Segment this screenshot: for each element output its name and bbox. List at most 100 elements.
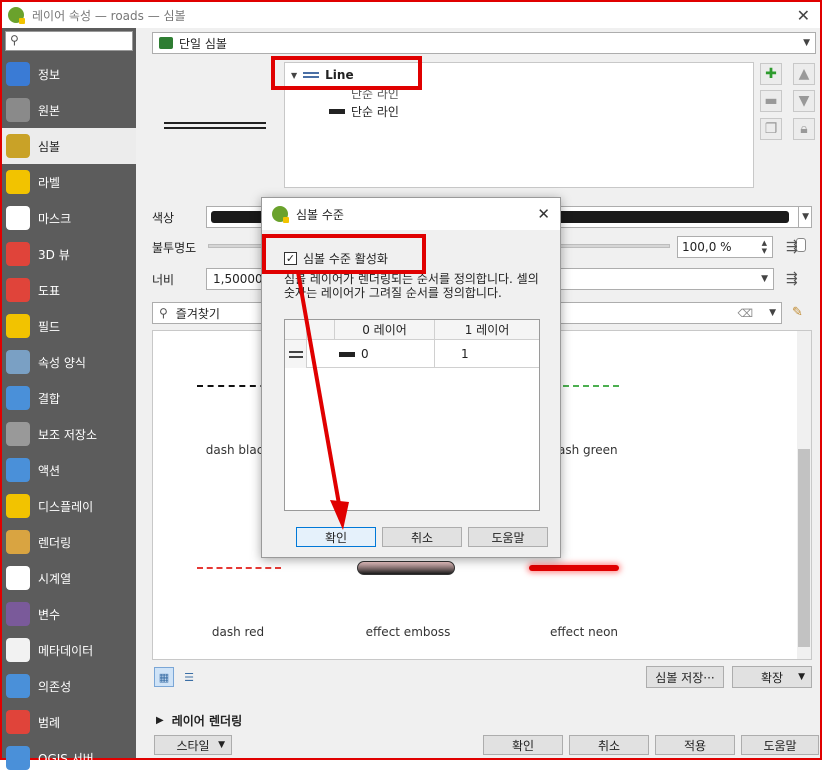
dialog-close-button[interactable]: ✕ bbox=[537, 205, 550, 223]
window-close-button[interactable]: ✕ bbox=[797, 6, 810, 25]
apply-button[interactable]: 적용 bbox=[655, 735, 735, 755]
sidebar-item-label: 라벨 bbox=[38, 175, 61, 190]
opacity-value: 100,0 % bbox=[682, 240, 732, 254]
ok-button[interactable]: 확인 bbox=[483, 735, 563, 755]
column-header-layer-1: 1 레이어 bbox=[435, 320, 539, 340]
swatch-effect-neon[interactable] bbox=[529, 565, 619, 571]
sidebar: ⚲ 정보 원본 심볼라벨마스크 3D 뷰 도표필드속성 양식결합보조 저장소 액션디스플레… bbox=[2, 28, 136, 770]
sidebar-item[interactable]: 마스크 bbox=[2, 200, 136, 236]
color-dropdown[interactable]: ▼ bbox=[798, 206, 812, 228]
renderer-value: 단일 심볼 bbox=[179, 36, 227, 51]
sidebar-item-label: 결합 bbox=[38, 391, 61, 406]
sidebar-item[interactable]: 디스플레이 bbox=[2, 488, 136, 524]
join-icon bbox=[6, 386, 30, 410]
sidebar-item-label: 디스플레이 bbox=[38, 499, 94, 514]
chevron-down-icon: ▼ bbox=[218, 740, 225, 750]
sidebar-item[interactable]: 심볼 bbox=[2, 128, 136, 164]
swatch-dash-red[interactable] bbox=[197, 567, 281, 569]
cube-icon bbox=[6, 242, 30, 266]
chart-icon bbox=[6, 278, 30, 302]
sidebar-search-input[interactable]: ⚲ bbox=[5, 31, 133, 51]
duplicate-layer-button[interactable]: ❐ bbox=[760, 118, 782, 140]
cell-layer-0[interactable]: 0 bbox=[335, 340, 435, 368]
sidebar-item[interactable]: 결합 bbox=[2, 380, 136, 416]
icon-view-button[interactable]: ▦ bbox=[154, 667, 174, 687]
sidebar-item[interactable]: 3D 뷰 bbox=[2, 236, 136, 272]
move-up-button[interactable]: ▲ bbox=[793, 63, 815, 85]
brush-icon bbox=[6, 530, 30, 554]
style-manager-icon[interactable]: ✎ bbox=[792, 305, 803, 320]
color-label: 색상 bbox=[152, 211, 175, 225]
help-button[interactable]: 도움말 bbox=[741, 735, 819, 755]
duplicate-icon: ❐ bbox=[764, 121, 778, 137]
sidebar-item[interactable]: 메타데이터 bbox=[2, 632, 136, 668]
sidebar-item-label: 속성 양식 bbox=[38, 355, 86, 370]
advanced-button[interactable]: 확장 ▼ bbox=[732, 666, 812, 688]
cell-layer-1[interactable]: 1 bbox=[461, 347, 469, 361]
sidebar-item[interactable]: 액션 bbox=[2, 452, 136, 488]
swatch-dash-green[interactable] bbox=[563, 385, 619, 387]
dialog-help-button[interactable]: 도움말 bbox=[468, 527, 548, 547]
sidebar-item[interactable]: 속성 양식 bbox=[2, 344, 136, 380]
tree-child-2[interactable]: 단순 라인 bbox=[329, 103, 399, 120]
gear-icon bbox=[6, 458, 30, 482]
sidebar-item[interactable]: 보조 저장소 bbox=[2, 416, 136, 452]
sidebar-item[interactable]: 라벨 bbox=[2, 164, 136, 200]
advanced-label: 확장 bbox=[760, 670, 784, 685]
style-button[interactable]: 스타일 ▼ bbox=[154, 735, 232, 755]
dialog-ok-button[interactable]: 확인 bbox=[296, 527, 376, 547]
sidebar-item[interactable]: 의존성 bbox=[2, 668, 136, 704]
dialog-cancel-button[interactable]: 취소 bbox=[382, 527, 462, 547]
data-defined-override-icon[interactable]: ⇶ bbox=[786, 271, 798, 287]
sidebar-item-label: 메타데이터 bbox=[38, 643, 94, 658]
variable-icon bbox=[6, 602, 30, 626]
renderer-select[interactable]: 단일 심볼 ▼ bbox=[152, 32, 816, 54]
opacity-spinbox[interactable]: 100,0 % ▲ ▼ bbox=[677, 236, 773, 258]
sidebar-item[interactable]: 원본 bbox=[2, 92, 136, 128]
sidebar-item[interactable]: 정보 bbox=[2, 56, 136, 92]
gallery-label: effect neon bbox=[549, 625, 619, 639]
info-icon bbox=[6, 62, 30, 86]
move-down-button[interactable]: ▼ bbox=[793, 90, 815, 112]
paintbrush-icon bbox=[6, 134, 30, 158]
spin-down-icon[interactable]: ▼ bbox=[762, 247, 767, 255]
save-symbol-button[interactable]: 심볼 저장··· bbox=[646, 666, 724, 688]
spin-up-icon[interactable]: ▲ bbox=[762, 239, 767, 247]
sidebar-item[interactable]: QGIS 서버 bbox=[2, 740, 136, 776]
data-defined-override-icon[interactable]: ⇶ bbox=[786, 239, 798, 255]
layer-rendering-toggle[interactable]: ▶ 레이어 렌더링 bbox=[156, 712, 242, 729]
sidebar-item-label: 렌더링 bbox=[38, 535, 72, 550]
table-row[interactable]: 0 1 bbox=[285, 340, 539, 368]
chevron-down-icon: ▼ bbox=[803, 38, 810, 48]
list-view-button[interactable]: ☰ bbox=[179, 667, 199, 687]
storage-icon bbox=[6, 422, 30, 446]
sidebar-item[interactable]: 변수 bbox=[2, 596, 136, 632]
row-handle-icon[interactable] bbox=[285, 340, 307, 368]
fields-icon bbox=[6, 314, 30, 338]
single-symbol-icon bbox=[159, 37, 173, 49]
symbol-preview bbox=[164, 122, 266, 130]
clear-icon[interactable]: ⌫ bbox=[737, 307, 753, 320]
sidebar-item[interactable]: 도표 bbox=[2, 272, 136, 308]
lock-layer-button[interactable]: 🔒︎ bbox=[793, 118, 815, 140]
sidebar-item[interactable]: 렌더링 bbox=[2, 524, 136, 560]
cancel-button[interactable]: 취소 bbox=[569, 735, 649, 755]
sidebar-item[interactable]: 시계열 bbox=[2, 560, 136, 596]
sidebar-item-label: 의존성 bbox=[38, 679, 72, 694]
legend-icon bbox=[6, 710, 30, 734]
gallery-scrollbar[interactable] bbox=[797, 331, 811, 659]
lock-icon: 🔒︎ bbox=[800, 121, 808, 137]
chevron-down-icon: ▼ bbox=[769, 308, 776, 318]
sidebar-item[interactable]: 범례 bbox=[2, 704, 136, 740]
style-label: 스타일 bbox=[176, 738, 210, 753]
swatch-effect-emboss[interactable] bbox=[357, 561, 455, 575]
add-layer-button[interactable]: ✚ bbox=[760, 63, 782, 85]
qgis-logo-icon bbox=[272, 206, 289, 223]
sidebar-item-label: 필드 bbox=[38, 319, 61, 334]
arrow-up-icon: ▲ bbox=[798, 66, 810, 82]
sidebar-item-label: 범례 bbox=[38, 715, 61, 730]
sidebar-item[interactable]: 필드 bbox=[2, 308, 136, 344]
opacity-label: 불투명도 bbox=[152, 241, 197, 255]
simple-line-icon bbox=[339, 351, 355, 357]
remove-layer-button[interactable]: ▬ bbox=[760, 90, 782, 112]
